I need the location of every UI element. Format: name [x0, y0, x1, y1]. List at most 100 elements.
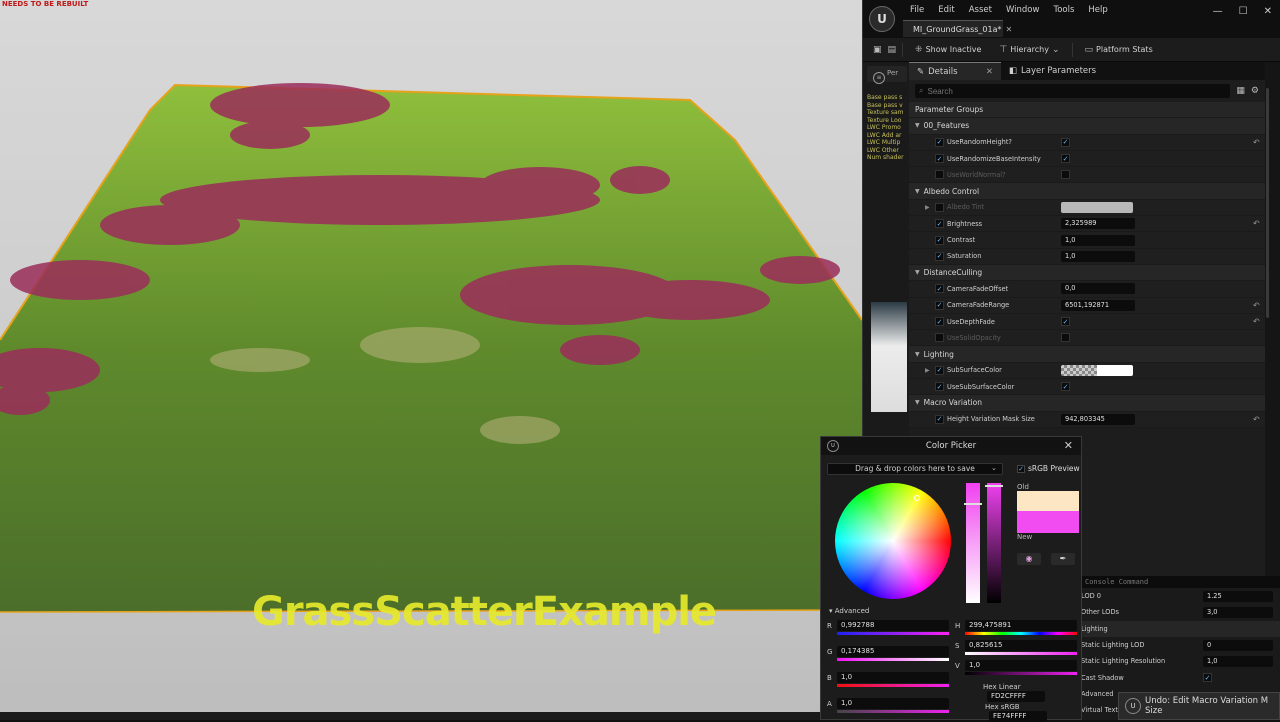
advanced-section-header[interactable]: ▾ Advanced [829, 607, 869, 615]
green-gradient-slider[interactable] [837, 658, 949, 661]
category-header[interactable]: ▼ Albedo Control [909, 183, 1265, 200]
platform-stats-button[interactable]: ▭ Platform Stats [1079, 43, 1159, 57]
menu-help[interactable]: Help [1081, 4, 1114, 16]
menu-asset[interactable]: Asset [962, 4, 999, 16]
category-header[interactable]: ▼ Macro Variation [909, 395, 1265, 412]
menu-file[interactable]: File [903, 4, 931, 16]
override-checkbox[interactable]: ✓ [935, 137, 944, 147]
category-header[interactable]: ▼ DistanceCulling [909, 264, 1265, 282]
parameter-value-input[interactable]: 942,803345 [1061, 413, 1135, 425]
viewport-options-icon[interactable]: ≡ [873, 72, 885, 84]
old-color-swatch[interactable] [1017, 491, 1079, 511]
blue-gradient-slider[interactable] [837, 684, 949, 687]
menu-edit[interactable]: Edit [931, 4, 961, 16]
srgb-preview-toggle[interactable]: ✓ sRGB Preview [1017, 464, 1080, 473]
search-input[interactable] [927, 86, 1231, 96]
alpha-value-input[interactable]: 1,0 [837, 698, 949, 709]
override-checkbox[interactable]: ✓ [935, 300, 944, 310]
menu-tools[interactable]: Tools [1046, 4, 1081, 16]
override-checkbox[interactable]: ✓ [935, 235, 944, 245]
color-wheel-mode-button[interactable]: ◉ [1017, 553, 1041, 565]
parameter-value-input[interactable]: 1,0 [1061, 234, 1135, 246]
parameter-checkbox[interactable]: ✓ [1061, 317, 1070, 326]
override-checkbox[interactable]: ✓ [935, 154, 944, 164]
override-checkbox[interactable]: ✓ [935, 365, 944, 375]
eyedropper-icon[interactable]: ✒ [1051, 553, 1075, 565]
console-command-input[interactable]: Console Command [1077, 576, 1280, 588]
stats-category-header[interactable]: Lighting [1077, 620, 1280, 637]
preview-viewport-tab[interactable]: ≡ Per [867, 66, 907, 84]
menu-window[interactable]: Window [999, 4, 1047, 16]
value-value-input[interactable]: 1,0 [965, 660, 1077, 671]
gear-icon[interactable]: ⚙ [1251, 86, 1259, 96]
color-swatch[interactable] [1061, 364, 1133, 376]
parameter-checkbox[interactable] [1061, 333, 1070, 343]
category-header[interactable]: ▼ Lighting [909, 346, 1265, 363]
reset-to-default-icon[interactable]: ↶ [1253, 138, 1260, 147]
hue-value-input[interactable]: 299,475891 [965, 620, 1077, 631]
reset-to-default-icon[interactable]: ↶ [1253, 219, 1260, 228]
blue-value-input[interactable]: 1,0 [837, 672, 949, 683]
chevron-right-icon[interactable]: ▶ [925, 204, 930, 211]
override-checkbox[interactable]: ✓ [935, 219, 944, 229]
maximize-icon[interactable]: ☐ [1239, 6, 1248, 17]
close-icon[interactable]: ✕ [1064, 439, 1073, 452]
saturation-gradient-slider[interactable] [965, 652, 1077, 655]
category-header[interactable]: Parameter Groups [909, 102, 1265, 119]
override-checkbox[interactable]: ✓ [935, 382, 944, 392]
hex-linear-input[interactable]: FD2CFFFF [987, 691, 1045, 702]
close-tab-icon[interactable]: ✕ [986, 67, 993, 77]
chevron-down-icon[interactable]: ⌄ [991, 464, 997, 472]
close-tab-icon[interactable]: ✕ [1006, 25, 1013, 34]
color-wheel[interactable] [835, 483, 951, 599]
override-checkbox[interactable] [935, 333, 944, 343]
saturation-value-input[interactable]: 0,825615 [965, 640, 1077, 651]
stats-checkbox[interactable]: ✓ [1203, 673, 1212, 683]
green-value-input[interactable]: 0,174385 [837, 646, 949, 657]
value-gradient-slider[interactable] [965, 672, 1077, 675]
hierarchy-button[interactable]: ⊤ Hierarchy ⌄ [993, 43, 1065, 57]
stats-value-input[interactable]: 1.25 [1203, 590, 1273, 602]
stats-value-input[interactable]: 3,0 [1203, 606, 1273, 618]
parameter-checkbox[interactable]: ✓ [1061, 154, 1070, 164]
show-inactive-button[interactable]: ⁜ Show Inactive [909, 43, 987, 57]
save-icon[interactable]: ▣ [873, 45, 882, 55]
minimize-icon[interactable]: — [1213, 6, 1223, 17]
level-viewport[interactable]: NEEDS TO BE REBUILT GrassScatterExample [0, 0, 862, 712]
hex-srgb-input[interactable]: FE74FFFF [989, 711, 1047, 722]
category-header[interactable]: ▼ 00_Features [909, 118, 1265, 135]
browse-icon[interactable]: ▤ [888, 45, 897, 55]
color-swatch[interactable] [1061, 201, 1133, 213]
stats-value-input[interactable]: 0 [1203, 639, 1273, 651]
reset-to-default-icon[interactable]: ↶ [1253, 317, 1260, 326]
stats-value-input[interactable]: 1,0 [1203, 655, 1273, 667]
override-checkbox[interactable] [935, 202, 944, 212]
tab-layer-parameters[interactable]: ◧ Layer Parameters [1001, 62, 1104, 80]
value-slider[interactable] [985, 483, 1003, 603]
parameter-checkbox[interactable]: ✓ [1061, 382, 1070, 392]
color-wheel-cursor[interactable] [914, 495, 920, 501]
close-window-icon[interactable]: ✕ [1264, 6, 1272, 17]
color-theme-drop-zone[interactable]: Drag & drop colors here to save [827, 463, 1003, 475]
override-checkbox[interactable]: ✓ [935, 317, 944, 326]
override-checkbox[interactable]: ✓ [935, 284, 944, 294]
chevron-right-icon[interactable]: ▶ [925, 367, 930, 374]
asset-tab[interactable]: MI_GroundGrass_01a* ✕ [903, 20, 1012, 37]
parameter-checkbox[interactable]: ✓ [1061, 137, 1070, 147]
saturation-slider[interactable] [964, 483, 982, 603]
srgb-checkbox[interactable]: ✓ [1017, 464, 1025, 473]
override-checkbox[interactable] [935, 170, 944, 180]
parameter-value-input[interactable]: 1,0 [1061, 250, 1135, 262]
saturation-handle[interactable] [964, 503, 982, 505]
red-gradient-slider[interactable] [837, 632, 949, 635]
parameter-checkbox[interactable] [1061, 170, 1070, 180]
parameter-value-input[interactable]: 6501,192871 [1061, 299, 1135, 311]
override-checkbox[interactable]: ✓ [935, 414, 944, 424]
alpha-gradient-slider[interactable] [837, 710, 949, 713]
view-options-icon[interactable]: ▦ [1236, 86, 1245, 96]
details-scrollbar[interactable] [1266, 88, 1269, 318]
hue-gradient-slider[interactable] [965, 632, 1077, 635]
tab-details[interactable]: ✎ Details ✕ [909, 62, 1001, 80]
override-checkbox[interactable]: ✓ [935, 251, 944, 261]
red-value-input[interactable]: 0,992788 [837, 620, 949, 631]
